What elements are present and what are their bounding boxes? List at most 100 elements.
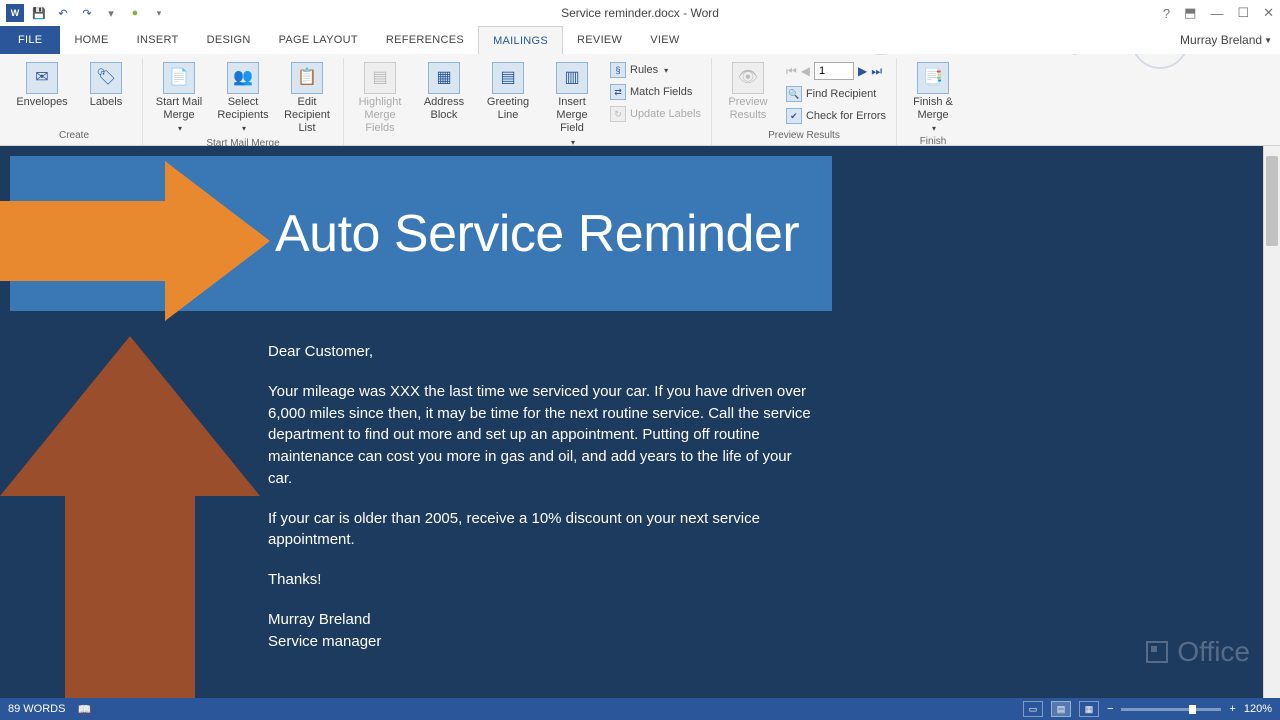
word-app-icon[interactable]: W [6,4,24,22]
document-body[interactable]: Dear Customer, Your mileage was XXX the … [268,341,813,670]
rules-button[interactable]: §Rules▾ [606,60,705,80]
group-label-create: Create [59,128,89,145]
maximize-icon[interactable]: ☐ [1237,5,1249,21]
group-label-preview: Preview Results [768,128,840,145]
orange-arrow-right-graphic [0,151,275,331]
title-bar: W 💾 ↶ ↷ ▾ ● ▾ Service reminder.docx - Wo… [0,0,1280,26]
edit-recipient-list-button[interactable]: 📋Edit Recipient List [277,58,337,136]
zoom-level[interactable]: 120% [1244,703,1272,715]
quick-access-toolbar: W 💾 ↶ ↷ ▾ ● ▾ [0,4,168,22]
chevron-down-icon: ▾ [242,124,246,134]
start-mail-merge-button[interactable]: 📄Start Mail Merge▾ [149,58,209,134]
preview-results-button: 👁Preview Results [718,58,778,122]
user-name-label: Murray Breland [1180,33,1262,47]
tab-references[interactable]: REFERENCES [372,26,478,54]
minimize-icon[interactable]: ― [1210,6,1223,21]
close-icon[interactable]: ✕ [1263,5,1274,21]
greeting-icon: ▤ [492,62,524,94]
chevron-down-icon: ▾ [932,124,936,134]
brown-arrow-up-graphic [0,336,260,698]
group-finish: 📑Finish & Merge▾ Finish [897,58,969,145]
page: Auto Service Reminder Dear Customer, You… [0,146,1280,698]
help-icon[interactable]: ? [1163,6,1170,21]
user-account[interactable]: Murray Breland▼ [1180,26,1272,54]
zoom-out-button[interactable]: − [1107,703,1113,715]
prev-record-icon: ◀ [801,64,810,78]
address-icon: ▦ [428,62,460,94]
chevron-down-icon: ▾ [178,124,182,134]
office-logo-icon [1143,638,1171,666]
save-icon[interactable]: 💾 [30,4,48,22]
group-preview-results: 👁Preview Results ⏮ ◀ ▶ ⏭ 🔍Find Recipient… [712,58,897,145]
start-merge-icon: 📄 [163,62,195,94]
touch-mode-icon[interactable]: ● [126,4,144,22]
find-recipient-button[interactable]: 🔍Find Recipient [782,84,890,104]
qat-customize-icon[interactable]: ▾ [102,4,120,22]
print-layout-button[interactable]: ▤ [1051,701,1071,717]
document-header-title: Auto Service Reminder [275,204,799,264]
tab-review[interactable]: REVIEW [563,26,636,54]
merge-field-icon: ▥ [556,62,588,94]
find-icon: 🔍 [786,86,802,102]
next-record-icon[interactable]: ▶ [858,64,867,78]
signature-title: Service manager [268,633,381,650]
read-mode-button[interactable]: ▭ [1023,701,1043,717]
record-number-input[interactable] [814,62,854,80]
finish-icon: 📑 [917,62,949,94]
tab-insert[interactable]: INSERT [123,26,193,54]
address-block-button[interactable]: ▦Address Block [414,58,474,122]
last-record-icon[interactable]: ⏭ [871,64,882,79]
update-icon: ↻ [610,106,626,122]
preview-icon: 👁 [732,62,764,94]
proofing-icon[interactable]: 📖 [77,703,91,716]
match-fields-button[interactable]: ⇄Match Fields [606,82,705,102]
group-write-insert: ▤Highlight Merge Fields ▦Address Block ▤… [344,58,712,145]
body-paragraph-1: Your mileage was XXX the last time we se… [268,381,813,490]
edit-list-icon: 📋 [291,62,323,94]
group-create: ✉Envelopes 🏷Labels Create [6,58,143,145]
envelopes-button[interactable]: ✉Envelopes [12,58,72,109]
word-count[interactable]: 89 WORDS [8,703,65,715]
finish-merge-button[interactable]: 📑Finish & Merge▾ [903,58,963,134]
first-record-icon: ⏮ [786,64,797,79]
tab-design[interactable]: DESIGN [193,26,265,54]
zoom-in-button[interactable]: + [1229,703,1235,715]
greeting-line: Dear Customer, [268,341,813,363]
office-watermark: Office [1143,636,1250,668]
check-errors-button[interactable]: ✔Check for Errors [782,106,890,126]
highlight-merge-fields-button: ▤Highlight Merge Fields [350,58,410,136]
select-recipients-button[interactable]: 👥Select Recipients▾ [213,58,273,134]
undo-icon[interactable]: ↶ [54,4,72,22]
update-labels-button: ↻Update Labels [606,104,705,124]
chevron-down-icon: ▾ [664,66,668,75]
ribbon-tabs: FILE HOME INSERT DESIGN PAGE LAYOUT REFE… [0,26,1280,54]
tab-view[interactable]: VIEW [636,26,693,54]
insert-merge-field-button[interactable]: ▥Insert Merge Field▾ [542,58,602,147]
status-bar: 89 WORDS 📖 ▭ ▤ ▦ − + 120% [0,698,1280,720]
tab-home[interactable]: HOME [60,26,122,54]
labels-button[interactable]: 🏷Labels [76,58,136,109]
thanks-line: Thanks! [268,569,813,591]
group-start-mail-merge: 📄Start Mail Merge▾ 👥Select Recipients▾ 📋… [143,58,344,145]
signature-block: Murray Breland Service manager [268,609,813,653]
greeting-line-button[interactable]: ▤Greeting Line [478,58,538,122]
highlight-icon: ▤ [364,62,396,94]
tab-mailings[interactable]: MAILINGS [478,26,563,54]
redo-icon[interactable]: ↷ [78,4,96,22]
zoom-slider-knob[interactable] [1189,705,1196,714]
ribbon-display-icon[interactable]: ⬒ [1184,5,1196,21]
qat-more-icon[interactable]: ▾ [150,4,168,22]
tab-page-layout[interactable]: PAGE LAYOUT [265,26,372,54]
chevron-down-icon: ▼ [1264,36,1272,45]
envelope-icon: ✉ [26,62,58,94]
ribbon-mailings: ✉Envelopes 🏷Labels Create 📄Start Mail Me… [0,54,1280,146]
zoom-slider[interactable] [1121,708,1221,711]
document-title: Service reminder.docx - Word [561,6,719,20]
document-canvas[interactable]: Auto Service Reminder Dear Customer, You… [0,146,1280,698]
body-paragraph-2: If your car is older than 2005, receive … [268,508,813,552]
web-layout-button[interactable]: ▦ [1079,701,1099,717]
vertical-scrollbar[interactable] [1263,146,1280,698]
scrollbar-thumb[interactable] [1266,156,1278,246]
rules-icon: § [610,62,626,78]
tab-file[interactable]: FILE [0,26,60,54]
